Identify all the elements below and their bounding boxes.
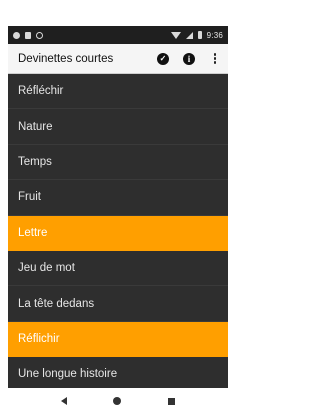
gear-icon [13,31,20,39]
list-item[interactable]: Une longue histoire [8,357,228,388]
list-item[interactable]: La tête dedans [8,286,228,322]
sync-circle-icon [36,31,43,39]
app-title: Devinettes courtes [18,52,114,65]
status-bar-left [13,31,43,39]
list-item[interactable]: Jeu de mot [8,251,228,287]
status-time: 9:36 [206,30,223,40]
list-item[interactable]: Lettre [8,215,228,251]
category-list: Réfléchir Nature Temps Fruit Lettre Jeu … [8,74,228,388]
list-item[interactable]: Fruit [8,180,228,216]
battery-icon [197,31,202,39]
list-item[interactable]: Temps [8,145,228,181]
info-button[interactable]: i [176,44,202,74]
screen: 9:36 Devinettes courtes ✓ i Réfléchir Na… [8,26,228,388]
sd-card-icon [25,31,31,39]
signal-icon [185,31,193,39]
check-button[interactable]: ✓ [150,44,176,74]
status-bar-right: 9:36 [170,30,223,40]
list-item[interactable]: Nature [8,109,228,145]
check-icon: ✓ [157,52,169,65]
back-icon[interactable] [61,397,68,405]
home-icon[interactable] [113,397,122,405]
info-icon: i [183,52,195,65]
phone-frame: 9:36 Devinettes courtes ✓ i Réfléchir Na… [0,0,236,420]
list-item[interactable]: Réfléchir [8,74,228,110]
navigation-bar [8,388,228,414]
wifi-icon [170,31,181,39]
app-bar: Devinettes courtes ✓ i [8,44,228,74]
status-bar: 9:36 [8,26,228,44]
overflow-menu-button[interactable] [202,44,228,74]
overflow-menu-icon [213,53,217,64]
list-item[interactable]: Réflichir [8,321,228,358]
recents-icon[interactable] [167,397,175,405]
